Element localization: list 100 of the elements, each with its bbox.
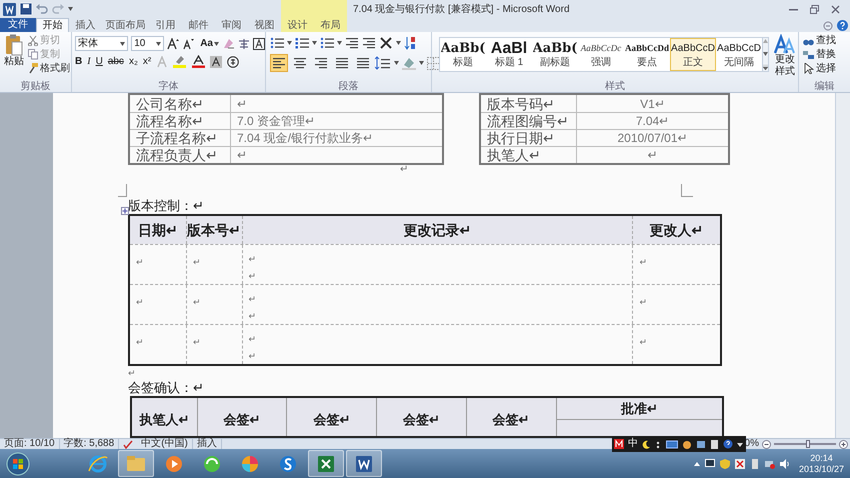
ribbon-tab[interactable]: 插入 (69, 18, 102, 32)
contextual-tab-header (281, 0, 347, 18)
save-icon[interactable] (20, 3, 32, 15)
ribbon-tab[interactable]: 开始 (36, 18, 69, 32)
multilevel-list-icon[interactable] (320, 36, 334, 50)
style-item[interactable]: AaBbCcD 正文 (670, 38, 716, 71)
increase-indent-icon[interactable] (362, 36, 376, 50)
caret-icon (287, 41, 292, 45)
more-styles-icon[interactable] (763, 65, 768, 70)
close-icon[interactable] (831, 4, 840, 14)
brush-icon (28, 63, 38, 74)
text-format-button[interactable]: abc (108, 56, 124, 66)
column-header: 执笔人↵ (139, 412, 190, 426)
phonetic-guide-icon[interactable] (238, 38, 250, 50)
find-button[interactable]: 查找 (803, 34, 850, 47)
table-cell-text: ↵ ↵ (248, 252, 257, 283)
ribbon-tab[interactable]: 邮件 (182, 18, 215, 32)
change-case-button[interactable]: Aa (200, 36, 219, 51)
group-label: 编辑 (814, 82, 834, 92)
punctuation-icon (655, 440, 662, 448)
table-cell-text: ↵ (639, 296, 648, 309)
replace-button[interactable]: 替换 (803, 48, 850, 61)
caret-icon (337, 41, 342, 45)
show-hidden-icon[interactable] (694, 462, 700, 466)
clear-format-icon[interactable] (222, 38, 235, 50)
numbered-list-icon[interactable] (295, 36, 309, 50)
table-cell: 子流程名称↵ (136, 131, 218, 145)
style-item[interactable]: AaBbCcDd 要点 (624, 38, 670, 71)
network-error-icon[interactable] (764, 458, 775, 468)
character-shading-icon[interactable] (210, 56, 222, 68)
ribbon-tab[interactable]: 审阅 (215, 18, 248, 32)
caret-icon (394, 61, 399, 65)
caret-icon (419, 61, 424, 65)
ribbon-tab[interactable]: 视图 (248, 18, 281, 32)
character-border-icon[interactable] (253, 38, 265, 50)
column-header: 会签↵ (492, 412, 530, 426)
font-size-field[interactable]: 10 (131, 36, 164, 51)
text-format-button[interactable]: B (75, 56, 82, 66)
select-button[interactable]: 选择 (803, 62, 850, 75)
style-item[interactable]: AaBbCcD 无间隔 (716, 38, 762, 71)
ribbon-tab[interactable]: 页面布局 (102, 18, 149, 32)
help-icon (723, 439, 733, 449)
collapse-ribbon-icon[interactable] (823, 20, 833, 30)
table-move-handle-icon[interactable] (121, 206, 129, 215)
section-heading: 版本控制：↵ (128, 198, 204, 212)
decrease-indent-icon[interactable] (345, 36, 359, 50)
scroll-down-icon[interactable] (763, 52, 768, 56)
shield-icon[interactable] (720, 458, 730, 468)
table-cell: 流程图编号↵ (487, 114, 569, 128)
start-button-icon[interactable] (6, 452, 30, 476)
taskbar-button[interactable] (346, 450, 382, 477)
ribbon-tab[interactable]: 引用 (149, 18, 182, 32)
paragraph-mark: ↵ (128, 368, 136, 378)
text-format-button[interactable]: U (96, 56, 103, 66)
table-cell: 流程负责人↵ (136, 148, 218, 162)
table-cell: ↵ (237, 149, 247, 161)
change-styles-button[interactable]: 更改样式 (772, 34, 798, 81)
clock-time: 20:14 (810, 452, 833, 464)
text-format-button[interactable]: I (87, 56, 91, 66)
ribbon-tab[interactable]: 布局 (314, 18, 347, 32)
volume-icon[interactable] (780, 458, 790, 468)
monitor-icon[interactable] (704, 458, 715, 468)
copy-icon (28, 49, 38, 60)
paragraph-mark: ↵ (400, 165, 408, 176)
style-item[interactable]: AaBbCcDc 强调 (578, 38, 624, 71)
grow-font-icon[interactable] (167, 38, 180, 50)
highlight-icon[interactable] (173, 55, 188, 68)
restore-icon[interactable] (810, 4, 819, 14)
paste-button[interactable]: 粘贴 (2, 34, 26, 81)
style-item[interactable]: AaBl 标题 1 (486, 38, 532, 71)
help-icon[interactable] (837, 20, 848, 31)
sort-icon[interactable] (404, 36, 416, 50)
group-label: 样式 (605, 82, 625, 92)
text-format-button[interactable]: x² (142, 56, 152, 66)
font-name-field[interactable]: 宋体 (75, 36, 128, 51)
ribbon-tab[interactable]: 设计 (281, 18, 314, 32)
ime-toolbar[interactable]: 中 (612, 436, 746, 452)
word-app-icon (3, 2, 16, 16)
clock-date: 2013/10/27 (798, 464, 844, 474)
vertical-scrollbar[interactable] (835, 93, 850, 438)
table-cell: 2010/07/01↵ (617, 132, 688, 144)
shrink-font-icon[interactable] (182, 38, 194, 50)
crop-mark (118, 184, 127, 197)
column-header: 更改记录↵ (403, 222, 472, 237)
group-label: 剪贴板 (20, 82, 50, 92)
zoom-out-icon[interactable] (762, 440, 771, 448)
table-cell-text: ↵ (192, 336, 201, 349)
taskbar-button[interactable] (308, 450, 344, 477)
line-spacing-icon[interactable] (375, 56, 391, 70)
file-tab[interactable]: 文件 (0, 18, 36, 32)
asian-layout-icon[interactable] (379, 36, 393, 50)
zoom-slider-thumb[interactable] (806, 440, 810, 448)
borders-icon[interactable] (427, 56, 440, 70)
text-format-button[interactable]: x₂ (128, 56, 138, 66)
font-color-icon[interactable] (192, 55, 206, 68)
zoom-in-icon[interactable] (839, 440, 848, 448)
bullet-list-icon[interactable] (270, 36, 284, 50)
format-painter-button[interactable]: 格式刷 (28, 62, 70, 75)
enclose-character-icon[interactable] (227, 56, 240, 68)
error-icon[interactable] (734, 458, 745, 468)
